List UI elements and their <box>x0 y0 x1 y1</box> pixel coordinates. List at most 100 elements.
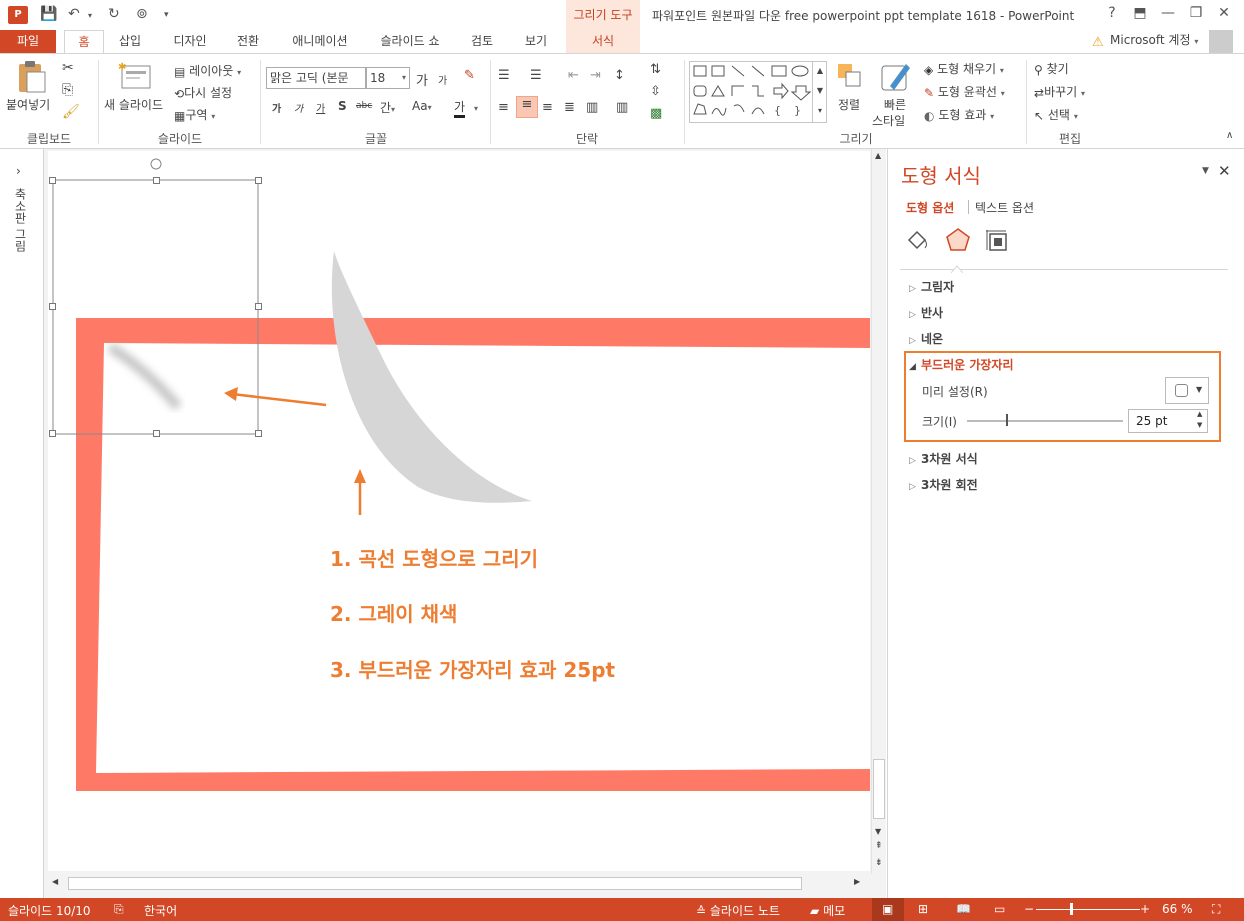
zoom-in-icon[interactable]: + <box>1140 902 1150 916</box>
cut-icon[interactable]: ✂ <box>62 60 74 76</box>
tab-format[interactable]: 서식 <box>582 30 624 54</box>
strikethrough-button[interactable]: abc <box>356 101 372 111</box>
columns-icon[interactable]: ▥ <box>616 100 628 115</box>
reading-view-icon[interactable]: 📖 <box>956 902 971 916</box>
notes-button[interactable]: ≙ 슬라이드 노트 <box>696 902 780 919</box>
zoom-slider-track[interactable] <box>1036 909 1140 910</box>
text-shadow-button[interactable]: S <box>338 99 347 113</box>
tab-design[interactable]: 디자인 <box>162 30 218 54</box>
chevron-down-icon[interactable]: ▾ <box>474 100 478 114</box>
shape-effects-button[interactable]: ◐ 도형 효과 ▾ <box>924 106 994 123</box>
zoom-out-icon[interactable]: − <box>1024 902 1034 916</box>
section-3d-format[interactable]: ▷ 3차원 서식 <box>909 450 978 467</box>
tab-view[interactable]: 보기 <box>516 30 556 54</box>
resize-handle[interactable] <box>153 430 160 437</box>
format-painter-icon[interactable]: 🖌 <box>62 104 80 120</box>
undo-dropdown-icon[interactable]: ▾ <box>88 11 92 20</box>
tab-slideshow[interactable]: 슬라이드 쇼 <box>370 30 450 54</box>
horizontal-scrollbar[interactable]: ◀ ▶ <box>48 875 868 892</box>
next-slide-icon[interactable]: ⇟ <box>875 858 883 868</box>
underline-button[interactable]: 가 <box>316 100 325 115</box>
slide-sorter-icon[interactable]: ⊞ <box>918 902 928 916</box>
section-soft-edges[interactable]: ◢ 부드러운 가장자리 <box>909 356 1014 373</box>
scroll-right-icon[interactable]: ▶ <box>854 877 860 886</box>
effects-pentagon-icon[interactable] <box>944 226 972 254</box>
size-spinner[interactable]: 25 pt ▲ ▼ <box>1128 409 1208 433</box>
tab-insert[interactable]: 삽입 <box>110 30 150 54</box>
pane-options-icon[interactable]: ▼ <box>1202 166 1209 176</box>
italic-button[interactable]: 가 <box>294 100 303 115</box>
expand-pane-icon[interactable]: › <box>16 164 21 178</box>
section-glow[interactable]: ▷ 네온 <box>909 330 943 347</box>
size-slider-thumb[interactable] <box>1006 414 1008 426</box>
fill-line-icon[interactable] <box>904 228 930 254</box>
minimize-icon[interactable]: — <box>1156 5 1180 25</box>
tab-review[interactable]: 검토 <box>462 30 502 54</box>
resize-handle[interactable] <box>255 303 262 310</box>
account-button[interactable]: Microsoft 계정 ▾ <box>1110 31 1198 48</box>
help-button[interactable]: ? <box>1100 5 1124 25</box>
tab-shape-options[interactable]: 도형 옵션 <box>906 199 954 216</box>
tab-text-options[interactable]: 텍스트 옵션 <box>975 199 1034 216</box>
horizontal-scroll-thumb[interactable] <box>68 877 802 890</box>
section-reflection[interactable]: ▷ 반사 <box>909 304 943 321</box>
line-spacing-icon[interactable]: ↕ <box>614 68 625 83</box>
align-left-icon[interactable]: ≡ <box>498 100 509 115</box>
ribbon-display-options-icon[interactable]: ⬒ <box>1128 5 1152 25</box>
close-icon[interactable]: ✕ <box>1218 162 1231 180</box>
zoom-slider-thumb[interactable] <box>1070 903 1073 915</box>
tab-home[interactable]: 홈 <box>64 30 104 54</box>
text-direction-icon[interactable]: ⇅ <box>650 62 661 77</box>
shape-gallery[interactable]: {} <box>689 61 827 123</box>
save-icon[interactable]: 💾 <box>40 6 57 22</box>
close-window-icon[interactable]: ✕ <box>1212 5 1236 25</box>
language-indicator[interactable]: 한국어 <box>144 902 177 919</box>
slideshow-icon[interactable]: ▭ <box>994 902 1005 916</box>
avatar[interactable] <box>1209 30 1233 54</box>
resize-handle[interactable] <box>49 303 56 310</box>
tab-file[interactable]: 파일 <box>0 30 56 54</box>
size-slider-track[interactable] <box>967 420 1123 422</box>
spin-down-icon[interactable]: ▼ <box>1197 421 1202 429</box>
bullets-icon[interactable]: ☰ <box>498 68 510 83</box>
clear-format-icon[interactable]: ✎ <box>464 68 475 83</box>
reset-button[interactable]: ⟲다시 설정 <box>174 84 232 101</box>
decrease-indent-icon[interactable]: ⇤ <box>568 68 579 83</box>
section-shadow[interactable]: ▷ 그림자 <box>909 278 954 295</box>
increase-indent-icon[interactable]: ⇥ <box>590 68 601 83</box>
vertical-scroll-thumb[interactable] <box>873 759 885 819</box>
resize-handle[interactable] <box>49 177 56 184</box>
preset-dropdown[interactable]: ▼ <box>1165 377 1209 404</box>
replace-button[interactable]: ⇄바꾸기 ▾ <box>1034 83 1085 100</box>
zoom-level[interactable]: 66 % <box>1162 902 1193 916</box>
justify-icon[interactable]: ≣ <box>564 100 575 115</box>
align-center-icon[interactable]: ≡ <box>516 96 538 118</box>
paste-button[interactable] <box>14 60 52 94</box>
redo-icon[interactable]: ↻ <box>108 6 120 22</box>
collapse-ribbon-icon[interactable]: ∧ <box>1226 130 1233 141</box>
gallery-scroll[interactable]: ▲ ▼ ▾ <box>812 61 827 123</box>
smartart-icon[interactable]: ▩ <box>650 106 662 121</box>
fit-to-window-icon[interactable]: ⛶ <box>1212 902 1220 917</box>
tab-animations[interactable]: 애니메이션 <box>280 30 360 54</box>
shape-outline-button[interactable]: ✎ 도형 윤곽선 ▾ <box>924 83 1005 100</box>
layout-button[interactable]: ▤ 레이아웃 ▾ <box>174 62 241 79</box>
tab-transitions[interactable]: 전환 <box>226 30 270 54</box>
font-color-button[interactable]: 가 <box>454 98 466 118</box>
change-case-button[interactable]: Aa▾ <box>412 99 432 113</box>
previous-slide-icon[interactable]: ⇞ <box>875 841 883 851</box>
resize-handle[interactable] <box>49 430 56 437</box>
comments-button[interactable]: ▰ 메모 <box>810 902 845 919</box>
customize-qat-icon[interactable]: ▾ <box>164 10 169 20</box>
slide-canvas[interactable]: 1. 곡선 도형으로 그리기 2. 그레이 채색 3. 부드러운 가장자리 효과… <box>48 151 870 871</box>
shrink-font-button[interactable]: 가 <box>438 72 447 87</box>
spell-check-icon[interactable]: ⎘ <box>114 902 124 917</box>
size-properties-icon[interactable] <box>984 228 1010 254</box>
resize-handle[interactable] <box>255 430 262 437</box>
slideshow-from-start-icon[interactable]: ⊚ <box>136 6 148 22</box>
distributed-icon[interactable]: ▥ <box>586 100 598 115</box>
find-button[interactable]: ⚲ 찾기 <box>1034 60 1069 77</box>
copy-icon[interactable]: ⎘ <box>62 82 73 98</box>
resize-handle[interactable] <box>255 177 262 184</box>
arrange-button[interactable] <box>836 62 864 95</box>
